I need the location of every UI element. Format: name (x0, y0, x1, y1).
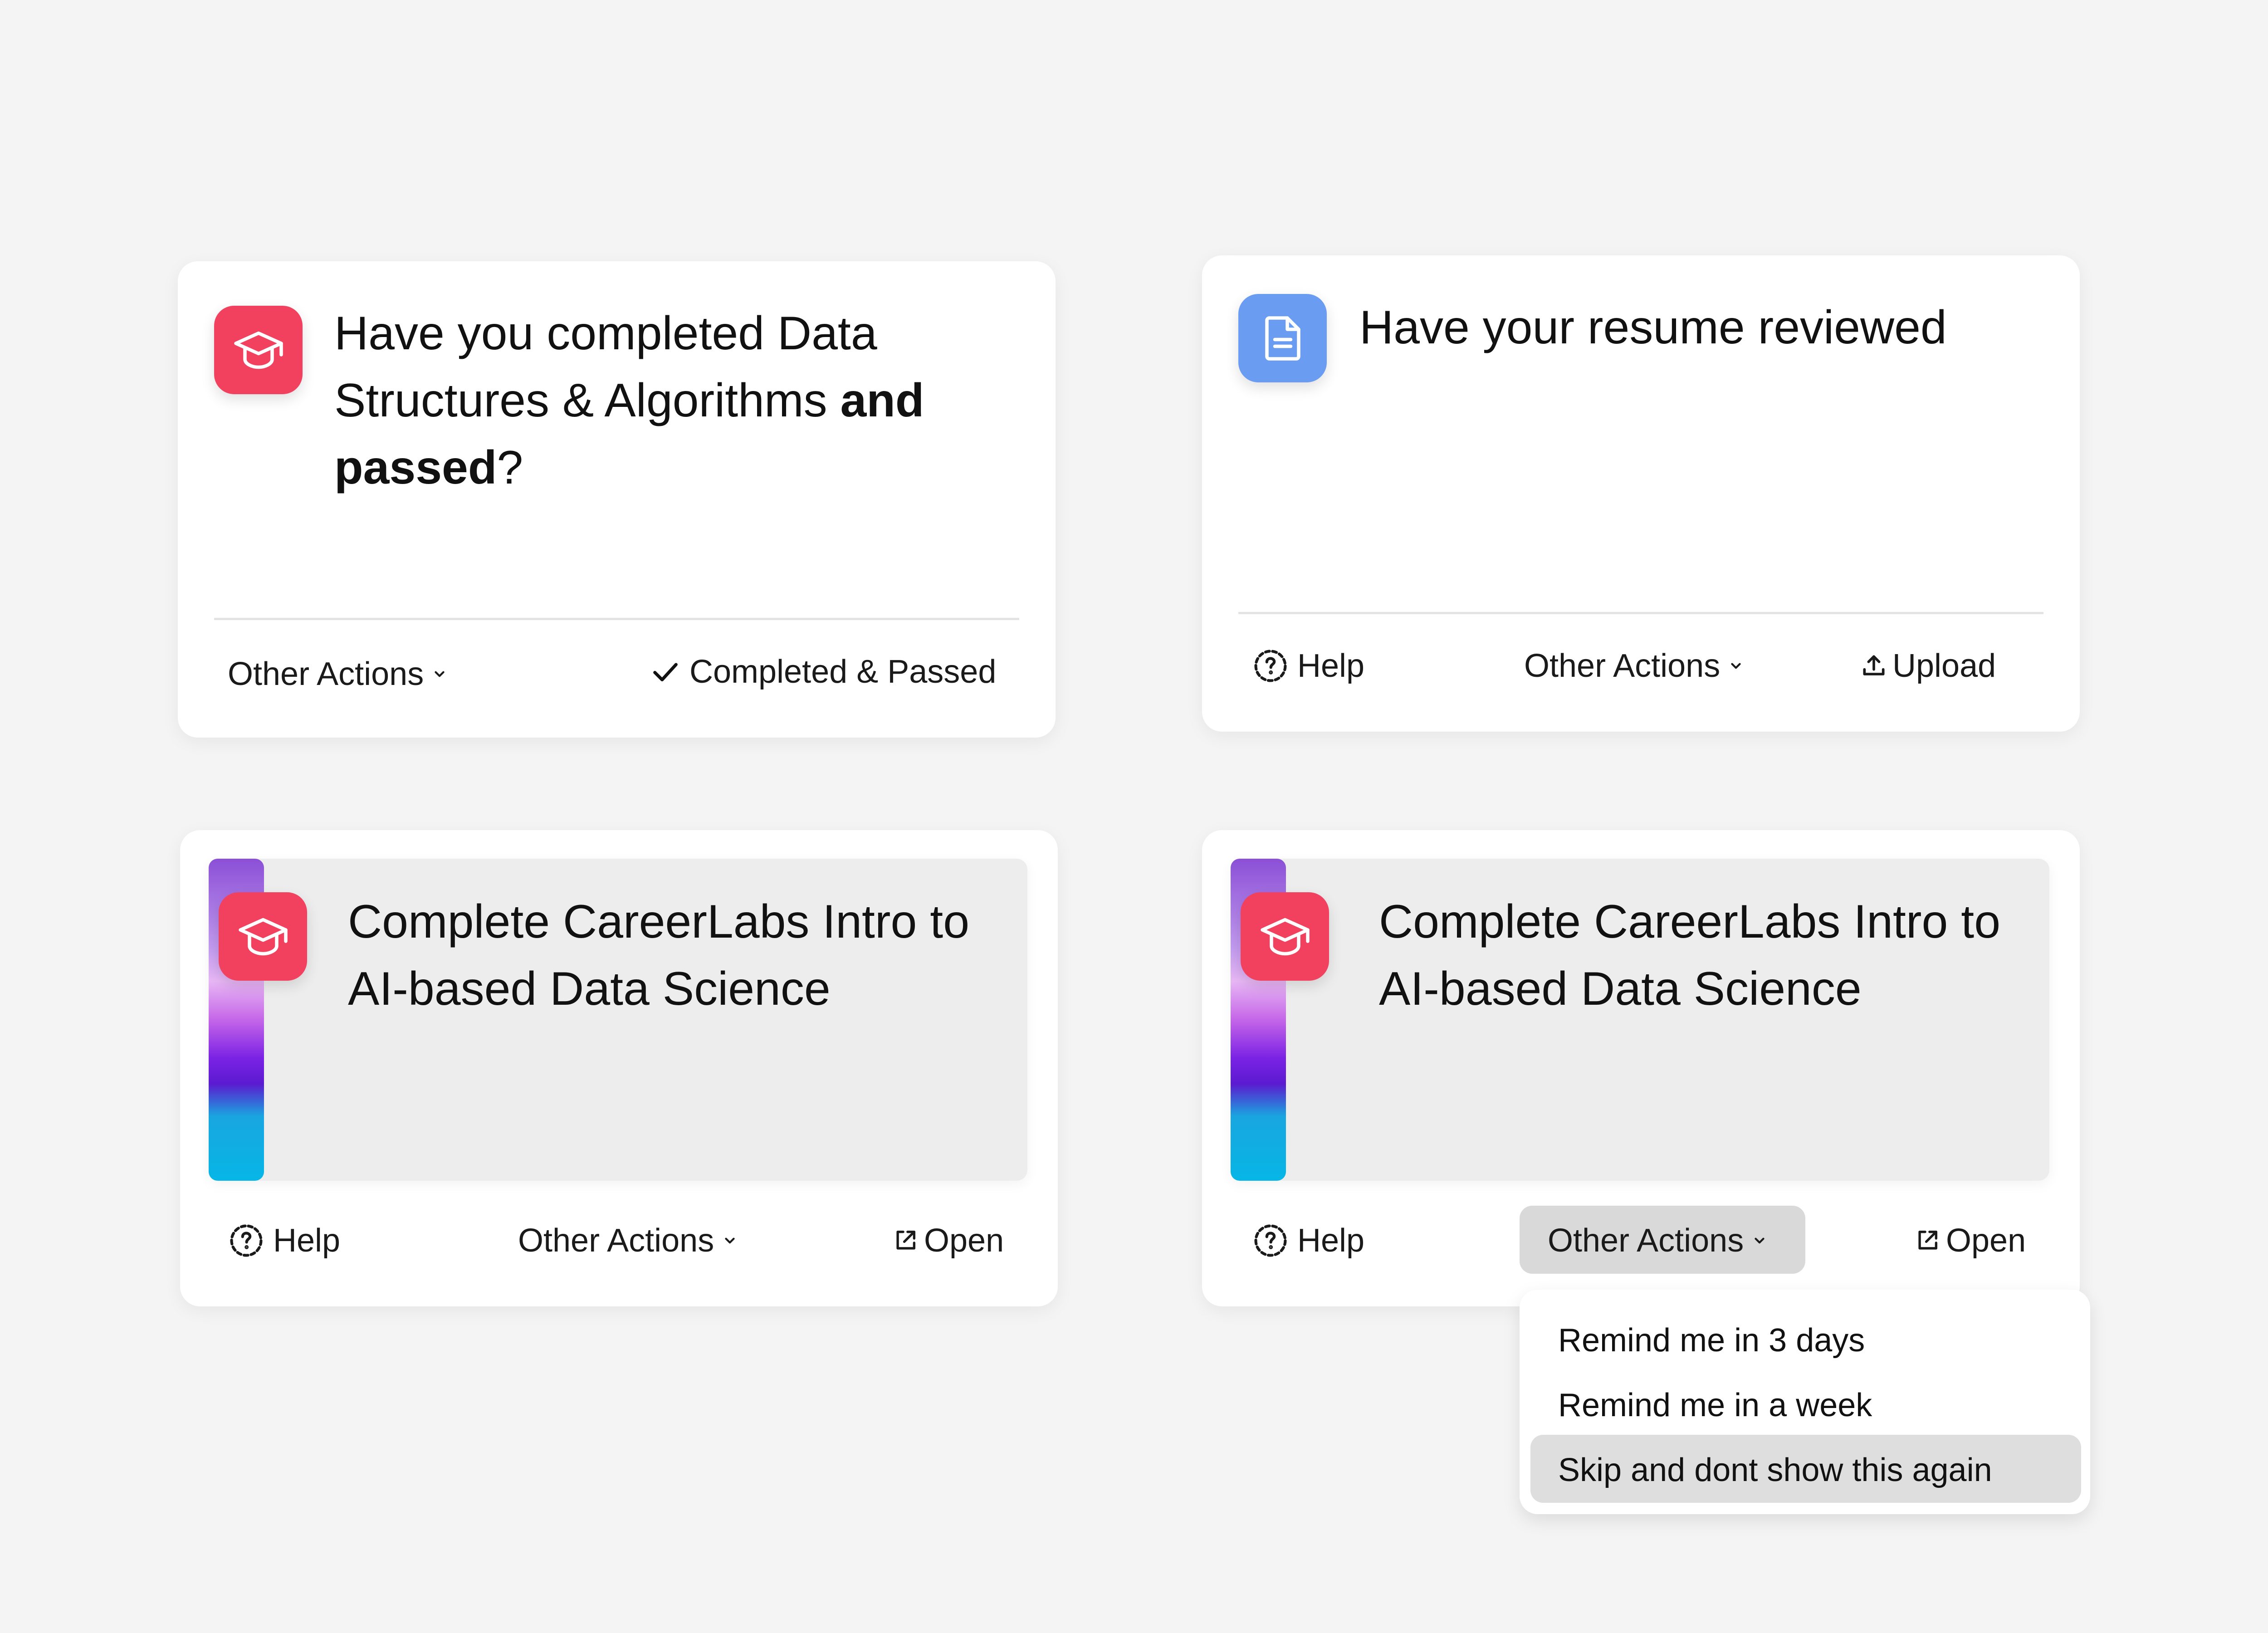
completed-passed-label: Completed & Passed (689, 654, 997, 690)
divider (214, 618, 1019, 620)
menu-item-remind-week[interactable]: Remind me in a week (1558, 1383, 1872, 1428)
card-title: Complete CareerLabs Intro to AI-based Da… (348, 895, 970, 1015)
graduation-cap-icon (1241, 892, 1329, 981)
menu-item-skip[interactable]: Skip and dont show this again (1558, 1447, 1992, 1493)
other-actions-button[interactable]: Other Actions (1548, 1218, 1767, 1263)
other-actions-label: Other Actions (1548, 1222, 1744, 1259)
help-label: Help (1297, 1222, 1365, 1259)
card-title: Have you completed Data Structures & Alg… (334, 300, 1015, 501)
help-button[interactable]: Help (228, 1218, 340, 1263)
title-bold-and: and (840, 374, 924, 427)
upload-label: Upload (1892, 648, 1996, 684)
other-actions-dropdown: Remind me in 3 days Remind me in a week … (1520, 1290, 2090, 1514)
external-link-icon (1918, 1231, 1937, 1250)
chevron-down-icon (725, 1237, 735, 1244)
help-button[interactable]: Help (1252, 643, 1364, 689)
help-label: Help (273, 1222, 341, 1259)
chevron-down-icon (435, 671, 445, 677)
open-label: Open (1946, 1222, 2026, 1259)
chevron-down-icon (1731, 663, 1741, 669)
chevron-down-icon (1755, 1237, 1765, 1244)
title-text: Have you completed Data Structures & Alg… (334, 307, 877, 427)
upload-button[interactable]: Upload (1860, 643, 1996, 689)
help-circle-icon (1254, 1224, 1287, 1257)
task-card-course: Complete CareerLabs Intro to AI-based Da… (180, 830, 1058, 1306)
graduation-cap-icon (219, 892, 307, 981)
menu-item-remind-3-days[interactable]: Remind me in 3 days (1558, 1318, 1865, 1363)
other-actions-button[interactable]: Other Actions (228, 651, 447, 697)
other-actions-button[interactable]: Other Actions (518, 1218, 738, 1263)
task-card-resume: Have your resume reviewed Help Other Act… (1202, 255, 2080, 732)
card-title: Have your resume reviewed (1359, 301, 1947, 354)
upload-icon (1863, 655, 1885, 675)
open-button[interactable]: Open (1914, 1218, 2026, 1263)
open-button[interactable]: Open (892, 1218, 1004, 1263)
external-link-icon (896, 1231, 915, 1250)
task-card-course-menu-open: Complete CareerLabs Intro to AI-based Da… (1202, 830, 2080, 1306)
other-actions-button[interactable]: Other Actions (1524, 643, 1744, 689)
help-circle-icon (1254, 650, 1287, 682)
other-actions-label: Other Actions (518, 1222, 714, 1259)
title-bold-passed: passed (334, 441, 497, 494)
help-button[interactable]: Help (1252, 1218, 1364, 1263)
task-card-dsa: Have you completed Data Structures & Alg… (178, 261, 1056, 738)
document-icon (1238, 294, 1327, 382)
checkmark-icon (653, 663, 678, 681)
help-label: Help (1297, 648, 1365, 684)
divider (1238, 612, 2043, 614)
other-actions-label: Other Actions (1524, 648, 1721, 684)
title-question-mark: ? (497, 441, 523, 494)
open-label: Open (924, 1222, 1004, 1259)
card-title: Complete CareerLabs Intro to AI-based Da… (1379, 895, 2001, 1015)
completed-passed-button[interactable]: Completed & Passed (650, 649, 996, 694)
other-actions-label: Other Actions (228, 656, 424, 692)
help-circle-icon (230, 1224, 263, 1257)
graduation-cap-icon (214, 306, 303, 394)
